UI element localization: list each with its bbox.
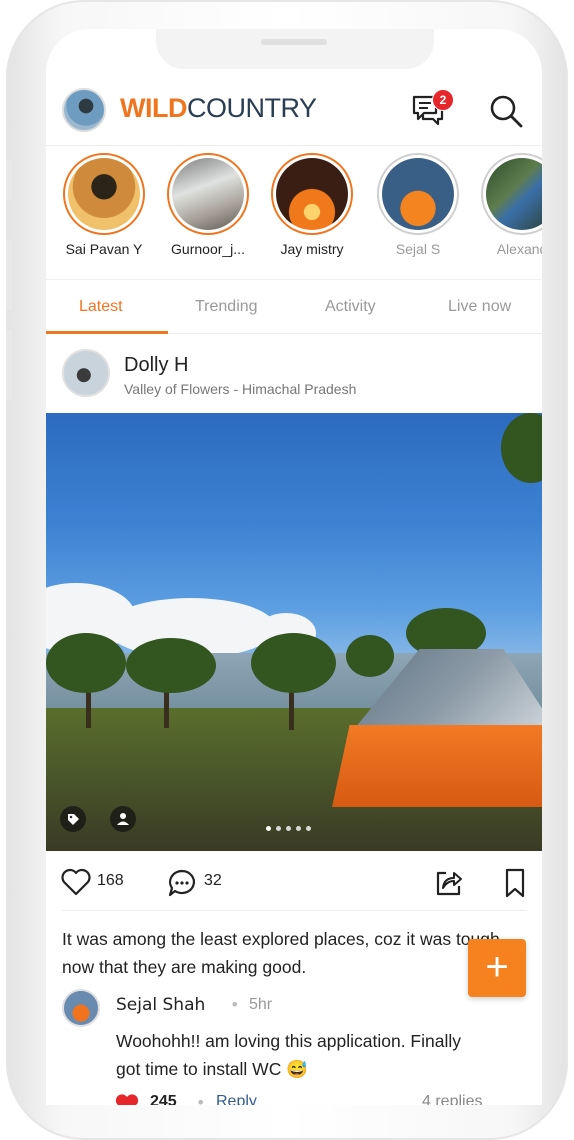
pagination-dot (286, 826, 291, 831)
tag-glyph (68, 814, 79, 825)
volume-down-button (6, 330, 12, 400)
tree (251, 633, 336, 693)
image-pagination (266, 816, 326, 831)
tab-activity[interactable]: Activity (325, 298, 376, 316)
story-ring (271, 153, 353, 235)
pagination-dot (296, 826, 301, 831)
tree (501, 413, 542, 483)
story-item[interactable]: Gurnoor_j... (162, 153, 254, 257)
pagination-dot (266, 826, 271, 831)
pagination-dot (306, 826, 311, 831)
story-ring (167, 153, 249, 235)
story-item[interactable]: Sai Pavan Y (58, 153, 150, 257)
mute-switch (6, 160, 12, 200)
search-icon[interactable] (488, 93, 524, 129)
post-photo[interactable] (46, 413, 542, 851)
comment-like-count: 245 (150, 1093, 177, 1105)
comment-heart-icon[interactable] (114, 1093, 140, 1105)
post-author-name[interactable]: Dolly H (124, 354, 188, 377)
story-name: Sejal S (395, 241, 441, 257)
person-glyph (117, 813, 129, 825)
message-count-badge: 2 (432, 89, 454, 111)
story-name: Alexand (496, 241, 542, 257)
story-name: Jay mistry (280, 241, 344, 257)
story-photo (172, 158, 244, 230)
post-location[interactable]: Valley of Flowers - Himachal Pradesh (124, 381, 356, 397)
comment-time: 5hr (249, 996, 273, 1013)
tree (126, 638, 216, 693)
app-screen: WILDCOUNTRY 2 Sai Pavan Y Gurnoor_j... J… (46, 29, 542, 1105)
tag-icon[interactable] (60, 806, 86, 832)
app-logo: WILDCOUNTRY (120, 93, 317, 124)
pagination-dot (276, 826, 281, 831)
speaker (261, 39, 327, 45)
tent-body (332, 725, 542, 807)
heart-icon[interactable] (60, 867, 92, 897)
story-photo (382, 158, 454, 230)
post-author-avatar[interactable] (62, 349, 110, 397)
commenter-name[interactable]: Sejal Shah (116, 995, 205, 1015)
story-item[interactable]: Alexand (476, 153, 542, 257)
story-name: Gurnoor_j... (171, 241, 245, 257)
tab-live-now[interactable]: Live now (448, 298, 511, 316)
view-replies-link[interactable]: 4 replies (422, 1093, 482, 1105)
reply-link[interactable]: Reply (216, 1093, 257, 1105)
separator-dot: • (196, 1093, 206, 1105)
bookmark-icon[interactable] (502, 867, 528, 899)
story-item[interactable]: Jay mistry (266, 153, 358, 257)
story-photo (486, 158, 542, 230)
phone-frame: WILDCOUNTRY 2 Sai Pavan Y Gurnoor_j... J… (6, 0, 568, 1140)
like-count: 168 (97, 872, 124, 889)
commenter-avatar[interactable] (62, 989, 100, 1027)
person-tag-icon[interactable] (110, 806, 136, 832)
notch (156, 29, 434, 69)
tab-latest[interactable]: Latest (79, 298, 123, 316)
header-divider (46, 145, 542, 146)
story-item[interactable]: Sejal S (372, 153, 464, 257)
comment-icon[interactable] (166, 867, 198, 899)
volume-up-button (6, 240, 12, 310)
story-name: Sai Pavan Y (65, 241, 143, 257)
comment-text: Woohohh!! am loving this application. Fi… (116, 1031, 462, 1079)
comment-count: 32 (204, 872, 222, 889)
tree (346, 635, 394, 677)
logo-wild: WILD (120, 93, 187, 123)
story-photo (68, 158, 140, 230)
tree (46, 633, 126, 693)
story-ring (481, 153, 542, 235)
share-icon[interactable] (432, 867, 464, 899)
profile-avatar[interactable] (62, 88, 106, 132)
actions-divider (62, 910, 526, 911)
logo-country: COUNTRY (186, 93, 317, 123)
create-post-button[interactable]: + (468, 939, 526, 997)
separator-dot: • (230, 995, 240, 1014)
stories-divider (46, 279, 542, 280)
story-ring (63, 153, 145, 235)
active-tab-indicator (46, 331, 168, 334)
post-caption: It was among the least explored places, … (62, 929, 505, 977)
story-photo (276, 158, 348, 230)
tab-trending[interactable]: Trending (195, 298, 258, 316)
story-ring (377, 153, 459, 235)
